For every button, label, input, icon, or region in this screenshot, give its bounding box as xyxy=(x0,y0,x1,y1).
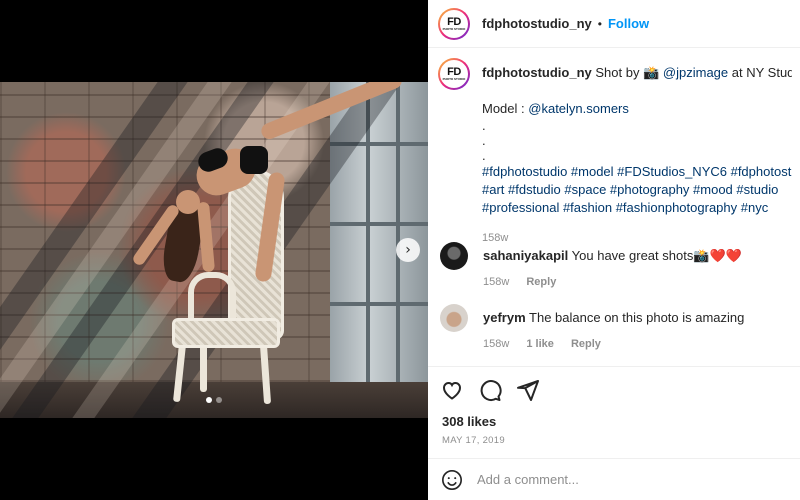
avatar[interactable] xyxy=(440,242,468,270)
comment-body: yefrym The balance on this photo is amaz… xyxy=(483,304,744,353)
comment-username[interactable]: yefrym xyxy=(483,310,526,325)
comment-username[interactable]: sahaniyakapil xyxy=(483,248,568,263)
window-bar xyxy=(330,222,428,226)
post-header: FD PHOTO STUDIO fdphotostudio_ny • Follo… xyxy=(428,0,800,48)
carousel-dot xyxy=(216,397,222,403)
carousel-dot-active xyxy=(206,397,212,403)
caption: FD PHOTO STUDIO fdphotostudio_ny Shot by… xyxy=(428,48,800,247)
caption-avatar[interactable]: FD PHOTO STUDIO xyxy=(438,58,470,90)
reply-button[interactable]: Reply xyxy=(571,338,601,350)
chevron-right-icon: › xyxy=(405,242,411,258)
model-label: Model : xyxy=(482,101,525,116)
dancer-bottom xyxy=(240,146,268,174)
header-username[interactable]: fdphotostudio_ny xyxy=(482,16,592,31)
comment-icon[interactable] xyxy=(478,378,502,402)
media-pane: › xyxy=(0,0,428,500)
chair-arm xyxy=(188,272,236,322)
like-count[interactable]: 308 likes xyxy=(442,414,496,429)
caption-dot: . xyxy=(482,148,486,163)
avatar[interactable] xyxy=(440,304,468,332)
dancer-head xyxy=(176,190,200,214)
add-comment-bar xyxy=(428,458,800,500)
window-bar xyxy=(396,82,400,382)
comment-item: yefrym The balance on this photo is amaz… xyxy=(428,304,744,353)
caption-body: fdphotostudio_ny Shot by 📸 @jpzimage at … xyxy=(482,58,792,247)
comment-age[interactable]: 158w xyxy=(483,276,509,288)
caption-dot: . xyxy=(482,118,486,133)
avatar-logo-subtext: PHOTO STUDIO xyxy=(442,77,466,81)
window-bar xyxy=(330,302,428,306)
avatar-logo-text: FD xyxy=(447,15,461,28)
comment-age[interactable]: 158w xyxy=(483,338,509,350)
heart-icon[interactable] xyxy=(440,378,464,402)
caption-text: Shot by 📸 xyxy=(595,65,660,80)
caption-dot: . xyxy=(482,133,486,148)
comment-item: sahaniyakapil You have great shots📸❤️❤️ … xyxy=(428,242,742,291)
post-side-panel: FD PHOTO STUDIO fdphotostudio_ny • Follo… xyxy=(428,0,800,500)
reply-button[interactable]: Reply xyxy=(526,276,556,288)
post-photo[interactable] xyxy=(0,82,428,418)
comments-section: FD PHOTO STUDIO fdphotostudio_ny Shot by… xyxy=(428,48,800,366)
caption-text-after: at NY Studio 6 xyxy=(731,65,792,80)
post-actions: 308 likes MAY 17, 2019 xyxy=(428,366,800,458)
post-date[interactable]: MAY 17, 2019 xyxy=(442,435,505,446)
chair-leg xyxy=(200,344,207,392)
comment-like-count[interactable]: 1 like xyxy=(526,338,554,350)
comment-input[interactable] xyxy=(477,472,757,487)
header-separator: • xyxy=(597,16,602,31)
carousel-dots xyxy=(0,397,428,403)
avatar-logo-subtext: PHOTO STUDIO xyxy=(442,26,466,31)
hashtag-line[interactable]: #art #fdstudio #space #photography #mood… xyxy=(482,181,792,199)
comment-text: You have great shots📸❤️❤️ xyxy=(571,248,742,263)
avatar[interactable]: FD PHOTO STUDIO xyxy=(438,7,470,40)
photographer-mention[interactable]: @jpzimage xyxy=(663,65,728,80)
model-mention[interactable]: @katelyn.somers xyxy=(528,101,629,116)
hashtag-line[interactable]: #fdphotostudio #model #FDStudios_NYC6 #f… xyxy=(482,163,792,181)
chair-seat xyxy=(172,318,280,348)
comment-body: sahaniyakapil You have great shots📸❤️❤️ … xyxy=(483,242,742,291)
emoji-icon[interactable] xyxy=(441,469,463,491)
comment-text: The balance on this photo is amazing xyxy=(529,310,745,325)
hashtag-line[interactable]: #professional #fashion #fashionphotograp… xyxy=(482,199,792,217)
follow-button[interactable]: Follow xyxy=(608,16,649,31)
share-icon[interactable] xyxy=(516,378,540,402)
next-slide-button[interactable]: › xyxy=(396,238,420,262)
caption-username[interactable]: fdphotostudio_ny xyxy=(482,65,592,80)
